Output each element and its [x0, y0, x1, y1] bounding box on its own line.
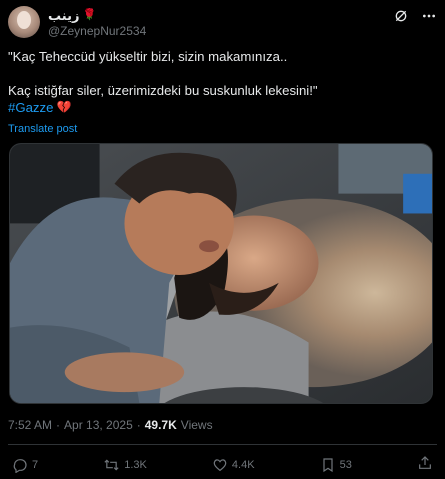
header-actions [393, 8, 437, 24]
action-bar: 7 1.3K 4.4K 53 [12, 455, 433, 476]
views-count: 49.7K [144, 418, 177, 432]
tweet-header: زينب 🌹 @ZeynepNur2534 [8, 6, 437, 40]
author-block: زينب 🌹 @ZeynepNur2534 [48, 8, 146, 39]
bookmark-button[interactable]: 53 [320, 457, 352, 473]
hashtag-link[interactable]: #Gazze [8, 99, 53, 116]
meta-separator: · [56, 418, 61, 432]
retweet-icon [103, 457, 120, 473]
divider [8, 444, 437, 445]
like-icon [212, 457, 228, 473]
views-label: Views [180, 418, 213, 432]
bookmark-icon [320, 457, 336, 473]
grok-icon[interactable] [393, 8, 409, 24]
reply-icon [12, 457, 28, 473]
meta-separator-2: · [136, 418, 141, 432]
author-name-text[interactable]: زينب [48, 8, 79, 23]
avatar[interactable] [8, 6, 40, 38]
rose-emoji: 🌹 [82, 9, 97, 21]
tweet-text: "Kaç Teheccüd yükseltir bizi, sizin maka… [8, 48, 438, 116]
translate-post-link[interactable]: Translate post [8, 123, 77, 135]
reply-button[interactable]: 7 [12, 457, 38, 473]
like-button[interactable]: 4.4K [212, 457, 255, 473]
tweet-date[interactable]: Apr 13, 2025 [64, 418, 133, 432]
tweet-line-2: Kaç istiğfar siler, üzerimizdeki bu susk… [8, 83, 318, 98]
photo-illustration [10, 144, 432, 403]
bookmark-count: 53 [339, 459, 352, 471]
broken-heart-emoji: 💔 [56, 100, 72, 114]
retweet-count: 1.3K [124, 459, 147, 471]
tweet-line-1: "Kaç Teheccüd yükseltir bizi, sizin maka… [8, 49, 288, 64]
share-button[interactable] [417, 455, 433, 476]
retweet-button[interactable]: 1.3K [103, 457, 147, 473]
author-display-name[interactable]: زينب 🌹 [48, 8, 146, 23]
like-count: 4.4K [231, 459, 255, 471]
tweet-media-photo[interactable] [9, 143, 433, 404]
share-icon [417, 455, 433, 476]
more-icon[interactable] [421, 8, 437, 24]
reply-count: 7 [32, 459, 39, 471]
tweet-meta: 7:52 AM · Apr 13, 2025 · 49.7K Views [8, 418, 213, 432]
tweet-time[interactable]: 7:52 AM [8, 418, 52, 432]
author-handle[interactable]: @ZeynepNur2534 [48, 24, 146, 39]
